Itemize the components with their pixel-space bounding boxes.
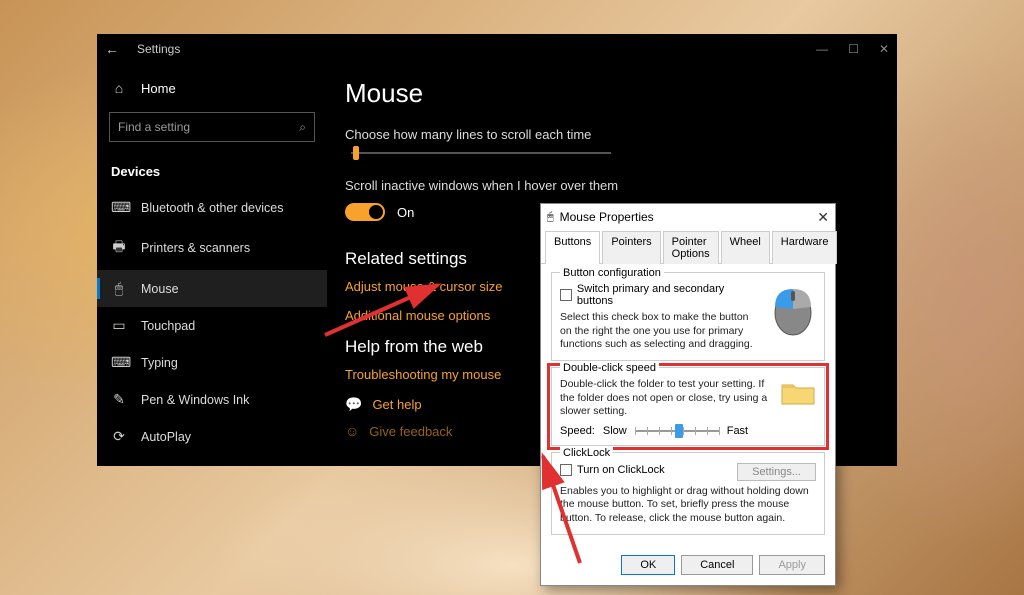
switch-buttons-checkbox[interactable] <box>560 289 572 301</box>
sidebar-item-label: Mouse <box>141 282 179 296</box>
slider-thumb[interactable] <box>353 146 359 160</box>
test-folder-icon[interactable] <box>780 378 816 408</box>
sidebar-item-label: Typing <box>141 356 178 370</box>
clicklock-settings-button[interactable]: Settings... <box>737 463 816 481</box>
sidebar: ⌂ Home Find a setting ⌕ Devices ⌨ Bluetoo… <box>97 64 327 466</box>
sidebar-item-pen[interactable]: ✎ Pen & Windows Ink <box>97 381 327 418</box>
speed-label: Speed: <box>560 425 595 437</box>
button-config-legend: Button configuration <box>560 267 664 279</box>
home-nav[interactable]: ⌂ Home <box>97 72 327 104</box>
tab-wheel[interactable]: Wheel <box>721 231 770 264</box>
inactive-scroll-label: Scroll inactive windows when I hover ove… <box>345 178 879 193</box>
tab-buttons[interactable]: Buttons <box>545 231 600 264</box>
tab-pointer-options[interactable]: Pointer Options <box>663 231 719 264</box>
sidebar-section-header: Devices <box>111 164 313 179</box>
search-icon: ⌕ <box>299 120 306 135</box>
scroll-lines-slider[interactable] <box>351 152 611 154</box>
toggle-state-label: On <box>397 205 414 220</box>
slow-label: Slow <box>603 425 627 437</box>
home-icon: ⌂ <box>111 80 127 96</box>
keyboard-icon: ⌨ <box>111 354 127 371</box>
tab-hardware[interactable]: Hardware <box>772 231 838 264</box>
feedback-icon: ☺ <box>345 423 359 439</box>
close-button[interactable]: ✕ <box>879 42 889 56</box>
touchpad-icon: ▭ <box>111 317 127 334</box>
ok-button[interactable]: OK <box>621 555 675 575</box>
dialog-title: Mouse Properties <box>560 210 654 224</box>
devices-icon: ⌨ <box>111 199 127 216</box>
sidebar-item-bluetooth[interactable]: ⌨ Bluetooth & other devices <box>97 189 327 226</box>
search-placeholder: Find a setting <box>118 120 190 134</box>
fast-label: Fast <box>727 425 748 437</box>
clicklock-checkbox[interactable] <box>560 464 572 476</box>
chat-icon: 💬 <box>345 396 362 413</box>
clicklock-desc: Enables you to highlight or drag without… <box>560 485 816 526</box>
tab-pointers[interactable]: Pointers <box>602 231 660 264</box>
mouse-icon: 🖱 <box>111 280 127 297</box>
page-title: Mouse <box>345 78 879 109</box>
get-help-label: Get help <box>372 397 421 412</box>
double-click-speed-slider[interactable] <box>635 430 719 432</box>
mouse-illustration <box>770 283 816 337</box>
home-label: Home <box>141 81 176 96</box>
mouse-properties-dialog: 🖱 Mouse Properties ✕ Buttons Pointers Po… <box>540 203 836 586</box>
slider-thumb[interactable] <box>675 424 683 438</box>
pen-icon: ✎ <box>111 391 127 408</box>
double-click-desc: Double-click the folder to test your set… <box>560 378 770 419</box>
sidebar-item-typing[interactable]: ⌨ Typing <box>97 344 327 381</box>
autoplay-icon: ⟳ <box>111 428 127 445</box>
sidebar-item-mouse[interactable]: 🖱 Mouse <box>97 270 327 307</box>
button-config-desc: Select this check box to make the button… <box>560 311 762 352</box>
button-config-fieldset: Button configuration Switch primary and … <box>551 272 825 361</box>
sidebar-item-label: AutoPlay <box>141 430 191 444</box>
mouse-icon: 🖱 <box>547 211 554 224</box>
sidebar-item-touchpad[interactable]: ▭ Touchpad <box>97 307 327 344</box>
back-arrow-icon[interactable]: ← <box>105 41 119 57</box>
scroll-lines-label: Choose how many lines to scroll each tim… <box>345 127 879 142</box>
sidebar-item-label: Bluetooth & other devices <box>141 201 283 215</box>
printer-icon: 🖶 <box>111 236 127 260</box>
clicklock-legend: ClickLock <box>560 447 613 459</box>
window-titlebar: ← Settings ― ☐ ✕ <box>97 34 897 64</box>
clicklock-fieldset: ClickLock Turn on ClickLock Settings... … <box>551 452 825 535</box>
inactive-scroll-toggle[interactable] <box>345 203 385 221</box>
double-click-fieldset: Double-click speed Double-click the fold… <box>551 367 825 446</box>
cancel-button[interactable]: Cancel <box>681 555 753 575</box>
maximize-button[interactable]: ☐ <box>848 42 859 56</box>
apply-button[interactable]: Apply <box>759 555 825 575</box>
usb-icon: ⎋ <box>111 465 127 466</box>
sidebar-item-autoplay[interactable]: ⟳ AutoPlay <box>97 418 327 455</box>
dialog-titlebar: 🖱 Mouse Properties ✕ <box>541 204 835 230</box>
sidebar-item-label: Printers & scanners <box>141 241 250 255</box>
sidebar-item-label: Pen & Windows Ink <box>141 393 249 407</box>
clicklock-label: Turn on ClickLock <box>577 464 665 476</box>
give-feedback-label: Give feedback <box>369 424 452 439</box>
dialog-close-button[interactable]: ✕ <box>817 209 829 226</box>
switch-buttons-label: Switch primary and secondary buttons <box>577 283 762 307</box>
minimize-button[interactable]: ― <box>816 42 828 56</box>
sidebar-list: ⌨ Bluetooth & other devices 🖶 Printers & s… <box>97 189 327 466</box>
sidebar-item-label: Touchpad <box>141 319 195 333</box>
sidebar-item-usb[interactable]: ⎋USB <box>97 455 327 466</box>
search-input[interactable]: Find a setting ⌕ <box>109 112 315 142</box>
dialog-tabs: Buttons Pointers Pointer Options Wheel H… <box>541 230 835 264</box>
sidebar-item-printers[interactable]: 🖶 Printers & scanners <box>97 226 327 270</box>
window-title: Settings <box>137 42 816 56</box>
double-click-legend: Double-click speed <box>560 362 659 374</box>
